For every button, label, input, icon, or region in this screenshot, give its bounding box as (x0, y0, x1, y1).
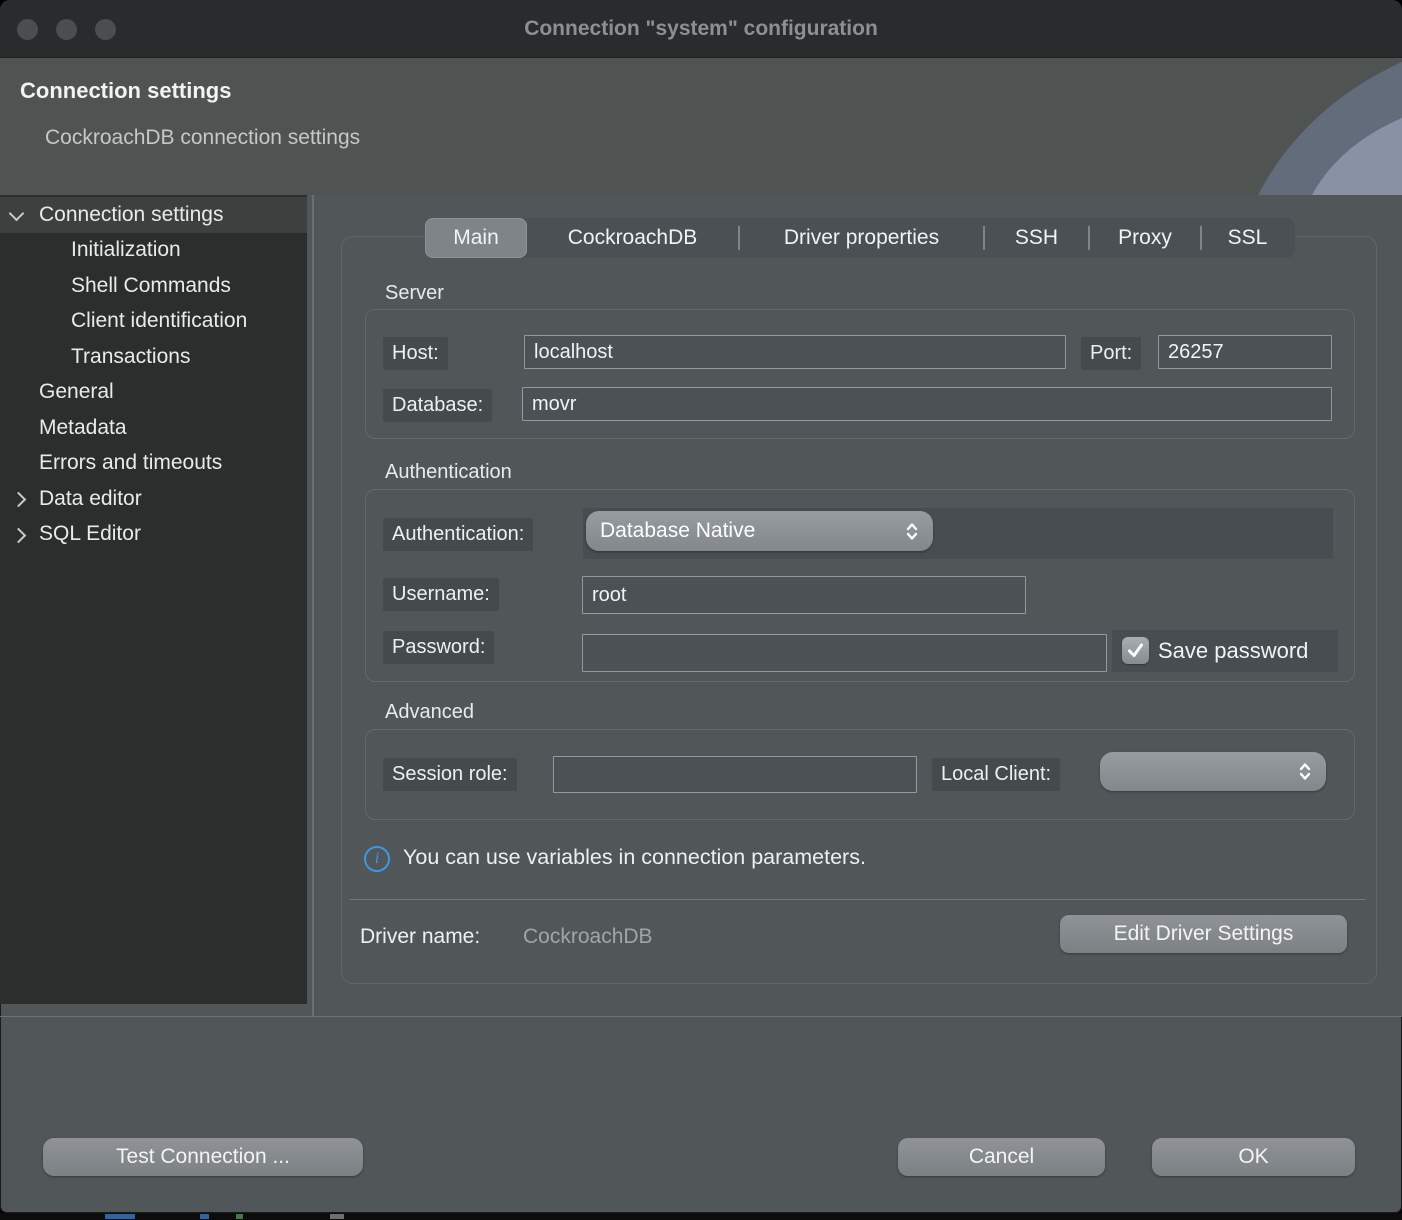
select-arrows-icon (1298, 761, 1312, 782)
advanced-section-title: Advanced (385, 701, 474, 724)
footer-separator (0, 1016, 1402, 1017)
host-label: Host: (383, 337, 448, 370)
sidebar-item-metadata[interactable]: Metadata (0, 410, 307, 446)
info-message: You can use variables in connection para… (403, 845, 866, 870)
sidebar-item-transactions[interactable]: Transactions (0, 339, 307, 375)
sidebar-item-connection-settings[interactable]: Connection settings (0, 197, 307, 233)
database-label: Database: (383, 389, 492, 422)
port-label: Port: (1081, 337, 1141, 370)
sidebar-item-general[interactable]: General (0, 375, 307, 411)
driver-name-value: CockroachDB (523, 925, 653, 949)
background-app-fragment (236, 1214, 243, 1219)
info-icon: i (364, 846, 390, 872)
test-connection-button[interactable]: Test Connection ... (43, 1138, 363, 1176)
sidebar-item-initialization[interactable]: Initialization (0, 233, 307, 269)
checkmark-icon (1127, 643, 1144, 658)
cancel-button[interactable]: Cancel (898, 1138, 1105, 1176)
tab-main[interactable]: Main (425, 218, 527, 258)
session-role-label: Session role: (383, 758, 517, 791)
page-subtitle: CockroachDB connection settings (45, 126, 360, 150)
tab-driver-properties[interactable]: Driver properties (740, 218, 983, 258)
title-bar: Connection "system" configuration (0, 0, 1402, 58)
tab-ssh[interactable]: SSH (985, 218, 1088, 258)
sidebar-item-client-identification[interactable]: Client identification (0, 304, 307, 340)
password-label: Password: (383, 631, 494, 664)
page-title: Connection settings (20, 78, 231, 104)
username-input[interactable] (582, 576, 1026, 614)
background-app-fragment (105, 1214, 135, 1219)
connection-configuration-dialog: Connection "system" configuration Connec… (0, 0, 1402, 1213)
background-app-fragment (200, 1214, 209, 1219)
sidebar-item-shell-commands[interactable]: Shell Commands (0, 268, 307, 304)
desktop-background-strip (0, 1213, 1402, 1220)
local-client-label: Local Client: (932, 758, 1060, 791)
driver-name-label: Driver name: (360, 925, 480, 949)
sidebar-item-errors-and-timeouts[interactable]: Errors and timeouts (0, 446, 307, 482)
ok-button[interactable]: OK (1152, 1138, 1355, 1176)
sidebar-item-data-editor[interactable]: Data editor (0, 481, 307, 517)
username-label: Username: (383, 578, 499, 611)
dialog-header: Connection settings CockroachDB connecti… (0, 58, 1402, 196)
authentication-section-title: Authentication (385, 461, 512, 484)
authentication-select[interactable]: Database Native (586, 511, 933, 551)
save-password-checkbox[interactable] (1122, 637, 1149, 664)
session-role-input[interactable] (553, 756, 917, 793)
port-input[interactable] (1158, 335, 1332, 369)
settings-tree: Connection settings Initialization Shell… (0, 195, 307, 1004)
server-section-title: Server (385, 282, 444, 305)
tab-proxy[interactable]: Proxy (1090, 218, 1200, 258)
driver-separator (350, 899, 1366, 900)
connection-tabs: Main CockroachDB Driver properties SSH P… (425, 218, 1295, 258)
authentication-label: Authentication: (383, 518, 533, 551)
tab-ssl[interactable]: SSL (1202, 218, 1293, 258)
edit-driver-settings-button[interactable]: Edit Driver Settings (1060, 915, 1347, 953)
tab-cockroachdb[interactable]: CockroachDB (527, 218, 738, 258)
select-arrows-icon (905, 521, 919, 542)
sidebar-splitter[interactable] (312, 195, 314, 1016)
password-input[interactable] (582, 634, 1107, 672)
decorative-swoosh (1142, 58, 1402, 195)
save-password-label: Save password (1158, 630, 1310, 672)
background-app-fragment (330, 1214, 344, 1219)
host-input[interactable] (524, 335, 1066, 369)
sidebar-item-sql-editor[interactable]: SQL Editor (0, 517, 307, 553)
database-input[interactable] (522, 387, 1332, 421)
local-client-select[interactable] (1100, 752, 1326, 791)
window-title: Connection "system" configuration (0, 0, 1402, 57)
